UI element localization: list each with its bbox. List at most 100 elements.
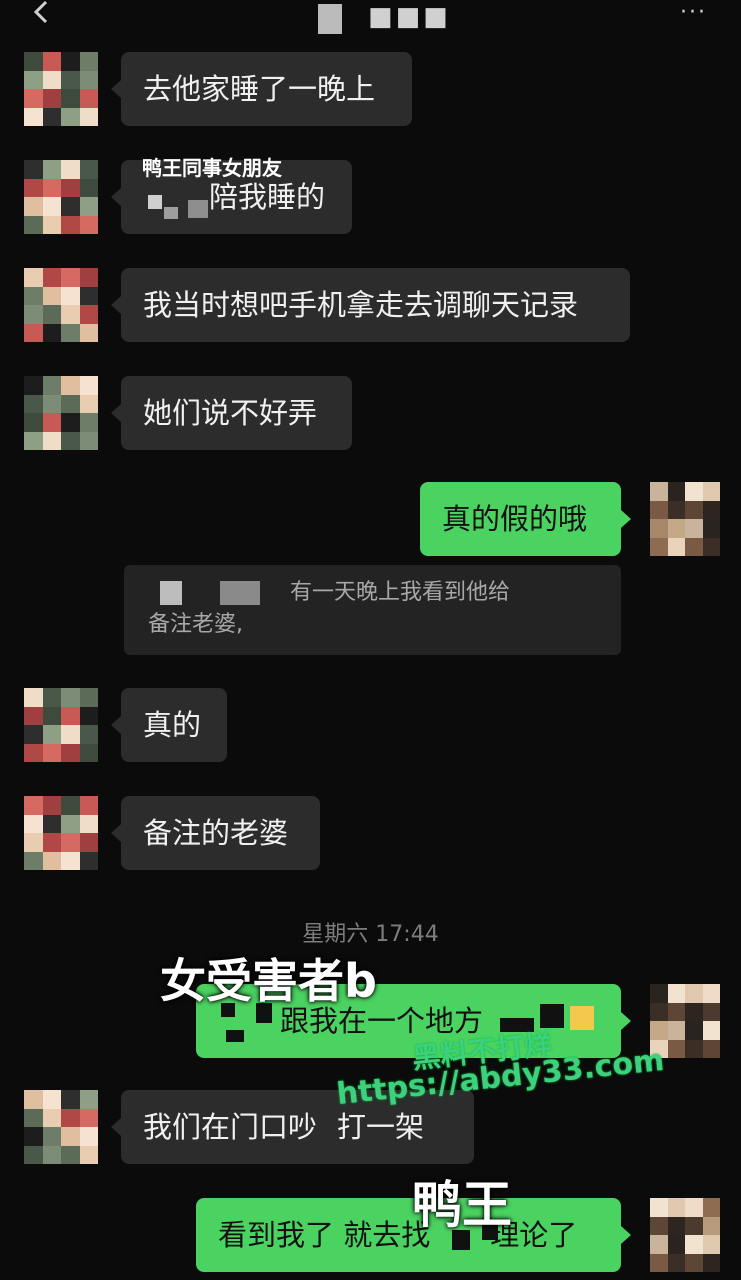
message-bubble[interactable]: 真的: [111, 688, 227, 762]
avatar-pixel: [24, 431, 43, 450]
avatar-pixel: [685, 1216, 703, 1235]
avatar-pixel: [42, 1090, 61, 1109]
avatar-pixel: [42, 431, 61, 450]
avatar-pixel: [24, 1108, 43, 1127]
chat-header: ■■■ ···: [0, 0, 741, 44]
avatar-pixel: [61, 52, 80, 71]
avatar-pixel: [24, 70, 43, 89]
avatar-pixel: [650, 1021, 668, 1040]
avatar-pixel: [24, 1090, 43, 1109]
avatar-pixel: [702, 984, 720, 1003]
avatar-pixel: [702, 1253, 720, 1272]
quoted-message[interactable]: 有一天晚上我看到他给 备注老婆,: [124, 565, 621, 655]
avatar-pixel: [24, 89, 43, 108]
avatar-pixel: [61, 706, 80, 725]
avatar-pixel: [79, 413, 98, 432]
avatar-pixel: [650, 1235, 668, 1254]
avatar-pixel: [79, 107, 98, 126]
censor-mosaic: [226, 1030, 244, 1042]
avatar-pixel: [702, 1021, 720, 1040]
avatar-pixel: [650, 1002, 668, 1021]
contact-avatar[interactable]: [24, 160, 98, 234]
avatar-pixel: [79, 1090, 98, 1109]
avatar-pixel: [650, 482, 668, 501]
avatar-pixel: [79, 394, 98, 413]
avatar-pixel: [79, 70, 98, 89]
avatar-pixel: [24, 197, 43, 216]
avatar-pixel: [24, 1127, 43, 1146]
message-bubble[interactable]: 看到我了 就去找 理论了: [196, 1198, 631, 1272]
avatar-pixel: [61, 688, 80, 707]
avatar-pixel: [61, 89, 80, 108]
avatar-pixel: [24, 178, 43, 197]
avatar-pixel: [42, 52, 61, 71]
contact-avatar[interactable]: [24, 1090, 98, 1164]
avatar-pixel: [79, 376, 98, 395]
avatar-pixel: [79, 89, 98, 108]
avatar-pixel: [61, 851, 80, 870]
avatar-pixel: [667, 1198, 685, 1217]
avatar-pixel: [667, 482, 685, 501]
chevron-left-icon[interactable]: [30, 0, 50, 24]
avatar-pixel: [42, 305, 61, 324]
avatar-pixel: [61, 286, 80, 305]
avatar-pixel: [79, 305, 98, 324]
avatar-pixel: [61, 107, 80, 126]
quote-text: 备注老婆,: [148, 612, 243, 637]
avatar-pixel: [685, 1253, 703, 1272]
avatar-pixel: [24, 413, 43, 432]
avatar-pixel: [24, 323, 43, 342]
avatar-pixel: [61, 160, 80, 179]
avatar-pixel: [61, 725, 80, 744]
message-bubble[interactable]: 她们说不好弄: [111, 376, 352, 450]
avatar-pixel: [79, 1145, 98, 1164]
avatar-pixel: [667, 537, 685, 556]
avatar-pixel: [702, 1235, 720, 1254]
avatar-pixel: [702, 519, 720, 538]
avatar-pixel: [61, 413, 80, 432]
message-bubble[interactable]: 真的假的哦: [420, 482, 631, 556]
avatar-pixel: [42, 413, 61, 432]
message-bubble[interactable]: 去他家睡了一晚上: [111, 52, 412, 126]
message-text: 打一架: [337, 1110, 425, 1144]
avatar-pixel: [702, 482, 720, 501]
contact-name-mosaic: [318, 4, 342, 34]
avatar-pixel: [79, 323, 98, 342]
self-avatar[interactable]: [650, 482, 720, 556]
contact-avatar[interactable]: [24, 268, 98, 342]
avatar-pixel: [61, 1127, 80, 1146]
avatar-pixel: [79, 688, 98, 707]
contact-avatar[interactable]: [24, 796, 98, 870]
censor-mosaic: [160, 581, 182, 605]
message-bubble[interactable]: 备注的老婆: [111, 796, 320, 870]
avatar-pixel: [42, 323, 61, 342]
avatar-pixel: [24, 305, 43, 324]
message-bubble[interactable]: 我当时想吧手机拿走去调聊天记录: [111, 268, 630, 342]
contact-avatar[interactable]: [24, 376, 98, 450]
self-avatar[interactable]: [650, 1198, 720, 1272]
avatar-pixel: [650, 519, 668, 538]
more-icon[interactable]: ···: [680, 0, 707, 25]
avatar-pixel: [24, 215, 43, 234]
avatar-pixel: [79, 743, 98, 762]
avatar-pixel: [24, 706, 43, 725]
message-text: 我们在门口吵: [143, 1110, 318, 1144]
avatar-pixel: [702, 1216, 720, 1235]
avatar-pixel: [42, 286, 61, 305]
contact-avatar[interactable]: [24, 52, 98, 126]
contact-avatar[interactable]: [24, 688, 98, 762]
avatar-pixel: [24, 1145, 43, 1164]
avatar-pixel: [667, 1235, 685, 1254]
annotation-victim-label: 女受害者b: [160, 954, 377, 1008]
avatar-pixel: [61, 1090, 80, 1109]
avatar-pixel: [667, 984, 685, 1003]
contact-name-censored: ■■■: [368, 2, 451, 32]
avatar-pixel: [79, 52, 98, 71]
avatar-pixel: [685, 1039, 703, 1058]
avatar-pixel: [42, 107, 61, 126]
censor-mosaic: [188, 200, 208, 218]
avatar-pixel: [685, 1002, 703, 1021]
avatar-pixel: [61, 814, 80, 833]
avatar-pixel: [685, 1235, 703, 1254]
avatar-pixel: [79, 268, 98, 287]
